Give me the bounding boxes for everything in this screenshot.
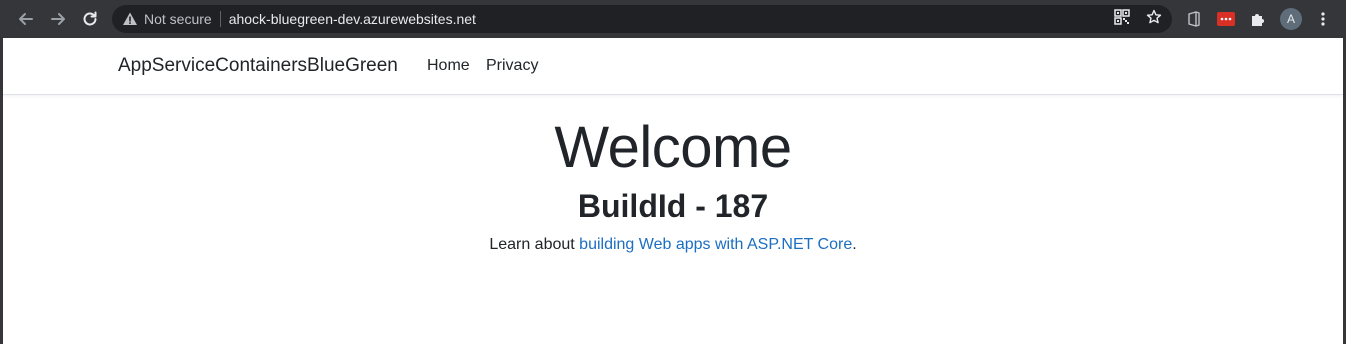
url-text[interactable]: ahock-bluegreen-dev.azurewebsites.net bbox=[229, 11, 476, 27]
omnibox-divider bbox=[219, 11, 221, 27]
web-page: AppServiceContainersBlueGreen Home Priva… bbox=[3, 38, 1343, 344]
nav-link-privacy[interactable]: Privacy bbox=[486, 57, 538, 75]
site-brand-link[interactable]: AppServiceContainersBlueGreen bbox=[118, 55, 398, 77]
address-bar[interactable]: Not secure ahock-bluegreen-dev.azurewebs… bbox=[112, 5, 1172, 33]
reload-icon bbox=[83, 11, 97, 26]
reload-button[interactable] bbox=[76, 5, 104, 33]
omnibox-actions bbox=[1114, 5, 1162, 33]
warning-icon[interactable] bbox=[122, 11, 138, 27]
security-status[interactable]: Not secure bbox=[144, 11, 212, 27]
qr-code-icon[interactable] bbox=[1114, 8, 1130, 30]
password-extension-icon[interactable] bbox=[1216, 9, 1236, 29]
extensions-puzzle-icon[interactable] bbox=[1248, 9, 1268, 29]
back-arrow-icon bbox=[19, 13, 33, 25]
forward-arrow-icon bbox=[51, 13, 65, 25]
build-id-heading: BuildId - 187 bbox=[577, 188, 769, 224]
browser-toolbar: Not secure ahock-bluegreen-dev.azurewebs… bbox=[0, 0, 1346, 38]
menu-kebab-icon[interactable] bbox=[1313, 9, 1333, 29]
forward-button[interactable] bbox=[44, 5, 72, 33]
profile-avatar[interactable]: A bbox=[1280, 8, 1302, 30]
welcome-heading: Welcome bbox=[554, 115, 792, 180]
learn-suffix-text: . bbox=[852, 236, 857, 253]
back-button[interactable] bbox=[12, 5, 40, 33]
site-navbar: AppServiceContainersBlueGreen Home Priva… bbox=[3, 38, 1343, 95]
nav-link-home[interactable]: Home bbox=[427, 57, 470, 75]
aspnet-docs-link[interactable]: building Web apps with ASP.NET Core bbox=[579, 236, 852, 253]
office-extension-icon[interactable] bbox=[1184, 9, 1204, 29]
learn-paragraph: Learn about building Web apps with ASP.N… bbox=[3, 236, 1343, 254]
learn-prefix-text: Learn about bbox=[489, 236, 580, 253]
bookmark-star-icon[interactable] bbox=[1146, 9, 1162, 30]
